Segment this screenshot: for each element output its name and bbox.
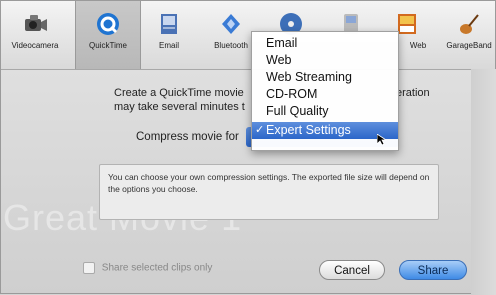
toolbar-item-label: GarageBand — [446, 41, 492, 50]
toolbar-item-garageband[interactable]: GarageBand — [437, 5, 496, 65]
menu-item-web-streaming[interactable]: Web Streaming — [252, 69, 398, 86]
share-selected-clips-label: Share selected clips only — [101, 262, 213, 274]
share-window: Videocamera QuickTime Email Bluetooth We… — [0, 0, 496, 295]
share-selected-clips-checkbox[interactable] — [83, 262, 95, 274]
menu-item-email[interactable]: Email — [252, 35, 398, 52]
share-selected-clips-row[interactable]: Share selected clips only — [83, 262, 212, 274]
compress-popup-menu: Email Web Web Streaming CD-ROM Full Qual… — [251, 31, 399, 151]
checkmark-icon: ✓ — [255, 124, 265, 136]
compression-info-text: You can choose your own compression sett… — [108, 172, 430, 194]
garageband-icon — [460, 14, 479, 34]
quicktime-icon — [97, 13, 119, 35]
toolbar-item-quicktime[interactable]: QuickTime — [75, 1, 141, 69]
share-button[interactable]: Share — [399, 260, 467, 280]
menu-item-cd-rom[interactable]: CD-ROM — [252, 86, 398, 103]
menu-item-expert-settings-label: Expert Settings — [266, 123, 351, 137]
compress-movie-label: Compress movie for — [136, 131, 239, 143]
toolbar-item-email[interactable]: Email — [137, 5, 201, 65]
toolbar-item-videocamera[interactable]: Videocamera — [3, 5, 67, 65]
cancel-button[interactable]: Cancel — [319, 260, 385, 280]
description-line-2: may take several minutes t — [114, 101, 245, 113]
share-toolbar: Videocamera QuickTime Email Bluetooth We… — [1, 1, 495, 70]
mouse-pointer-icon — [377, 134, 387, 146]
videocamera-icon — [25, 15, 47, 31]
bluetooth-icon — [222, 14, 240, 34]
menu-item-web[interactable]: Web — [252, 52, 398, 69]
toolbar-item-label: Email — [158, 41, 179, 50]
toolbar-item-label: QuickTime — [89, 41, 127, 50]
compression-info-box: You can choose your own compression sett… — [99, 164, 439, 220]
email-icon — [161, 14, 177, 34]
description-line-1-tail: eration — [396, 87, 430, 99]
description-line-1: Create a QuickTime movie — [114, 87, 244, 99]
toolbar-item-label: Videocamera — [11, 41, 59, 50]
background-blur — [471, 69, 496, 295]
menu-item-full-quality[interactable]: Full Quality — [252, 103, 398, 120]
